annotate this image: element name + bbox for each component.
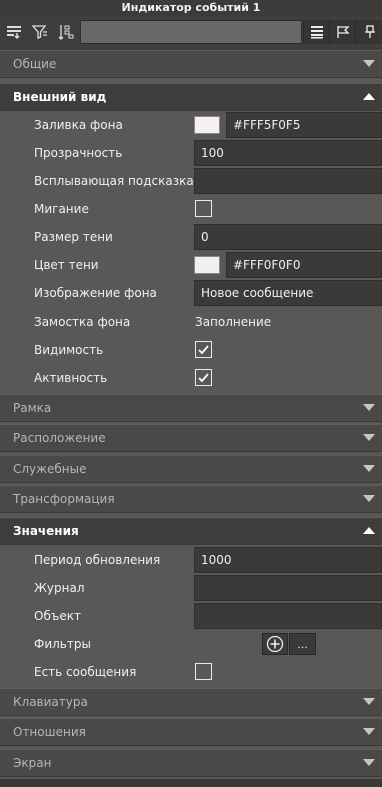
prop-bg-image: Изображение фона Новое сообщение <box>0 279 382 307</box>
section-general-label: Общие <box>13 57 57 71</box>
prop-shadow-size: Размер тени 0 <box>0 223 382 251</box>
section-transform[interactable]: Трансформация <box>0 485 382 513</box>
prop-label: Замостка фона <box>34 315 131 329</box>
prop-label: Объект <box>34 609 81 623</box>
section-values-label: Значения <box>13 524 79 538</box>
section-layout[interactable]: Расположение <box>0 424 382 452</box>
chevron-down-icon <box>363 434 375 441</box>
prop-refresh: Период обновления 1000 <box>0 546 382 574</box>
prop-label: Период обновления <box>34 553 161 567</box>
add-filter-button[interactable] <box>262 633 288 655</box>
prop-shadow-color: Цвет тени #FFF0F0F0 <box>0 251 382 279</box>
active-checkbox[interactable] <box>195 369 212 386</box>
toolbar <box>0 16 382 50</box>
section-relations-label: Отношения <box>13 725 86 739</box>
chevron-up-icon <box>363 93 375 100</box>
list-view-icon[interactable] <box>303 20 330 44</box>
plus-circle-icon <box>266 635 284 653</box>
prop-label: Активность <box>34 371 108 385</box>
prop-filters: Фильтры ... <box>0 630 382 658</box>
prop-label: Фильтры <box>34 637 91 651</box>
window-title: Индикатор событий 1 <box>0 0 382 16</box>
object-field[interactable] <box>194 603 382 629</box>
check-icon <box>198 373 209 383</box>
prop-has-messages: Есть сообщения <box>0 658 382 686</box>
prop-label: Мигание <box>34 202 89 216</box>
prop-label: Изображение фона <box>34 286 157 300</box>
section-frame-label: Рамка <box>13 401 52 415</box>
bottom-bar <box>0 779 382 787</box>
section-service[interactable]: Служебные <box>0 455 382 483</box>
color-swatch[interactable] <box>194 256 220 274</box>
prop-label: Всплывающая подсказка <box>34 174 194 188</box>
shadow-size-field[interactable]: 0 <box>194 224 382 250</box>
prop-object: Объект <box>0 602 382 630</box>
bg-image-field[interactable]: Новое сообщение <box>194 280 382 306</box>
check-icon <box>198 345 209 355</box>
section-service-label: Служебные <box>13 462 87 476</box>
chevron-down-icon <box>363 495 375 502</box>
blink-checkbox[interactable] <box>195 200 212 217</box>
section-general[interactable]: Общие <box>0 50 382 78</box>
search-input[interactable] <box>80 20 302 44</box>
section-frame[interactable]: Рамка <box>0 394 382 422</box>
prop-label: Заливка фона <box>34 118 123 132</box>
prop-bg-tile: Замостка фона Заполнение <box>0 308 382 336</box>
section-layout-label: Расположение <box>13 431 106 445</box>
chevron-down-icon <box>363 698 375 705</box>
section-transform-label: Трансформация <box>13 492 115 506</box>
prop-label: Размер тени <box>34 230 113 244</box>
bg-tile-value[interactable]: Заполнение <box>195 308 271 336</box>
prop-label: Цвет тени <box>34 258 99 272</box>
section-appearance[interactable]: Внешний вид <box>0 83 382 111</box>
prop-label: Прозрачность <box>34 146 123 160</box>
prop-label: Журнал <box>34 581 85 595</box>
chevron-down-icon <box>363 465 375 472</box>
bg-fill-field[interactable]: #FFF5F0F5 <box>226 112 382 138</box>
prop-visible: Видимость <box>0 336 382 364</box>
prop-label: Есть сообщения <box>34 665 137 679</box>
flag-icon[interactable] <box>329 20 356 44</box>
prop-journal: Журнал <box>0 574 382 602</box>
chevron-down-icon <box>363 404 375 411</box>
has-messages-checkbox[interactable] <box>195 663 212 680</box>
tree-sort-icon[interactable] <box>54 20 78 44</box>
section-values[interactable]: Значения <box>0 517 382 545</box>
chevron-down-icon <box>363 60 375 67</box>
chevron-down-icon <box>363 759 375 766</box>
color-swatch[interactable] <box>194 116 220 134</box>
journal-field[interactable] <box>194 575 382 601</box>
filter-icon[interactable] <box>28 20 52 44</box>
prop-bg-fill: Заливка фона #FFF5F0F5 <box>0 111 382 139</box>
chevron-up-icon <box>363 527 375 534</box>
opacity-field[interactable]: 100 <box>194 140 382 166</box>
shadow-color-field[interactable]: #FFF0F0F0 <box>226 252 382 278</box>
section-keyboard-label: Клавиатура <box>13 695 88 709</box>
prop-tooltip: Всплывающая подсказка <box>0 167 382 195</box>
pin-icon[interactable] <box>355 20 382 44</box>
refresh-field[interactable]: 1000 <box>194 547 382 573</box>
section-appearance-label: Внешний вид <box>13 90 107 104</box>
visible-checkbox[interactable] <box>195 341 212 358</box>
section-keyboard[interactable]: Клавиатура <box>0 688 382 716</box>
more-filters-button[interactable]: ... <box>289 633 316 655</box>
sort-down-icon[interactable] <box>2 20 26 44</box>
chevron-down-icon <box>363 728 375 735</box>
section-screen-label: Экран <box>13 756 52 770</box>
prop-active: Активность <box>0 364 382 392</box>
prop-blink: Мигание <box>0 195 382 223</box>
tooltip-field[interactable] <box>194 168 382 194</box>
prop-label: Видимость <box>34 343 104 357</box>
prop-opacity: Прозрачность 100 <box>0 139 382 167</box>
section-relations[interactable]: Отношения <box>0 718 382 746</box>
section-screen[interactable]: Экран <box>0 749 382 777</box>
